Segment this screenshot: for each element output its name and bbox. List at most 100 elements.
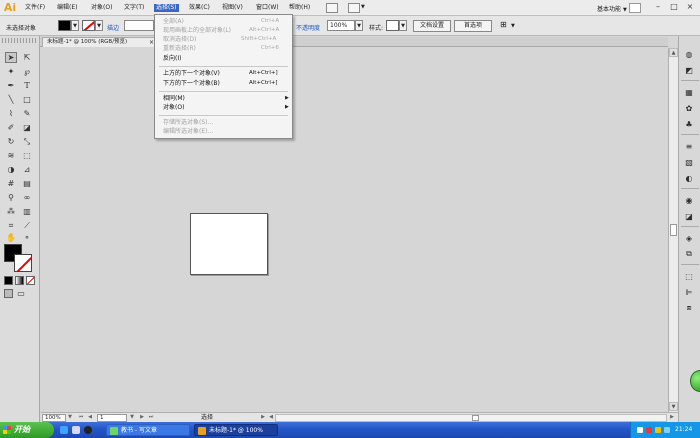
menu-item-next-object-above[interactable]: 上方的下一个对象(V) [163,70,220,77]
stroke-color-swatch[interactable] [82,20,95,31]
menu-item-edit-selection[interactable]: 编辑所选对象(E)... [163,128,213,135]
arrange-icon[interactable]: ⊞ [500,20,507,29]
draw-mode-button[interactable] [4,289,13,298]
menu-effect[interactable]: 效果(C) [189,4,210,12]
gradient-panel-icon[interactable]: ▧ [682,156,696,168]
magic-wand-icon[interactable]: ✦ [5,66,17,77]
transparency-icon[interactable]: ◐ [682,172,696,184]
pen-icon[interactable]: ✒ [5,80,17,91]
stroke-color-box[interactable] [14,254,32,272]
artboard-tool-icon[interactable]: ⌗ [5,220,17,231]
chevron-down-icon[interactable]: ▼ [128,414,136,422]
menu-item-select-all[interactable]: 全部(A) [163,18,184,25]
style-dropdown[interactable]: ▼ [399,20,407,31]
column-graph-icon[interactable]: ▥ [21,206,33,217]
menu-view[interactable]: 视图(V) [222,4,243,12]
menu-item-reselect[interactable]: 重新选择(R) [163,45,196,52]
chevron-down-icon[interactable]: ▼ [511,23,515,29]
color-guide-icon[interactable]: ◩ [682,64,696,76]
pathfinder-icon[interactable]: ⧈ [682,302,696,314]
graphic-style-swatch[interactable] [386,20,399,31]
fill-color-swatch[interactable] [58,20,71,31]
taskbar-item-browser[interactable]: 教书 - 写文章 [106,424,190,436]
color-mode-button[interactable] [4,276,13,285]
menu-object[interactable]: 对象(O) [91,4,112,12]
pencil-icon[interactable]: ✎ [21,108,33,119]
eyedropper-icon[interactable]: ⚲ [5,192,17,203]
first-artboard-icon[interactable]: ⏮ [77,414,85,422]
opacity-dropdown[interactable]: ▼ [355,20,363,31]
shape-builder-icon[interactable]: ◑ [5,164,17,175]
close-button[interactable]: × [683,1,697,13]
preferences-button[interactable]: 首选项 [454,20,492,32]
zoom-icon[interactable]: ⚬ [21,232,33,243]
panel-grip[interactable] [2,38,38,43]
next-artboard-icon[interactable]: ▶ [138,414,146,422]
workspace-switcher[interactable]: 基本功能 ▼ [597,4,627,13]
symbol-sprayer-icon[interactable]: ⁂ [5,206,17,217]
graphic-styles-icon[interactable]: ◪ [682,210,696,222]
maximize-button[interactable]: □ [667,1,681,13]
selection-tool-icon[interactable]: ➤ [5,52,17,63]
stroke-weight-input[interactable] [124,20,154,31]
eraser-icon[interactable]: ◪ [21,122,33,133]
perspective-grid-icon[interactable]: ⊿ [21,164,33,175]
horizontal-scrollbar[interactable] [275,414,667,422]
stroke-link[interactable]: 描边 [107,23,119,32]
scroll-down-arrow[interactable]: ▼ [669,402,678,411]
transform-icon[interactable]: ⬚ [682,270,696,282]
fill-dropdown[interactable]: ▼ [71,20,79,31]
status-menu-arrow[interactable]: ▶ [259,414,267,422]
artboard[interactable] [190,213,268,275]
chevron-down-icon[interactable]: ▼ [361,4,365,10]
paintbrush-icon[interactable]: ⌇ [5,108,17,119]
screen-mode-icon[interactable]: ▭ [15,288,27,299]
qq-icon[interactable] [84,426,92,434]
search-field[interactable] [629,3,641,13]
document-setup-button[interactable]: 文档设置 [413,20,451,32]
menu-item-object[interactable]: 对象(O) [163,104,184,111]
direct-selection-tool-icon[interactable]: ⇱ [21,52,33,63]
browser-icon[interactable] [60,426,68,434]
rotate-icon[interactable]: ↻ [5,136,17,147]
swatches-icon[interactable]: ▦ [682,86,696,98]
prev-artboard-icon[interactable]: ◀ [86,414,94,422]
show-desktop-icon[interactable] [72,426,80,434]
menu-item-select-all-on-artboard[interactable]: 现用画板上的全部对象(L) [163,27,231,34]
menu-help[interactable]: 帮助(H) [289,4,310,12]
tray-icon[interactable] [646,427,652,433]
brushes-icon[interactable]: ✿ [682,102,696,114]
menu-item-save-selection[interactable]: 存储所选对象(S)... [163,119,213,126]
warp-icon[interactable]: ≋ [5,150,17,161]
scroll-left-arrow[interactable]: ◀ [267,414,275,422]
align-icon[interactable]: ⊫ [682,286,696,298]
menu-window[interactable]: 窗口(W) [256,4,279,12]
color-panel-icon[interactable]: ◍ [682,48,696,60]
menu-type[interactable]: 文字(T) [124,4,144,12]
artboards-icon[interactable]: ⧉ [682,248,696,260]
menu-edit[interactable]: 编辑(E) [57,4,77,12]
blend-icon[interactable]: ∞ [21,192,33,203]
menu-item-deselect[interactable]: 取消选择(D) [163,36,196,43]
menu-file[interactable]: 文件(F) [25,4,45,12]
arrange-documents-icon[interactable] [348,3,360,13]
lasso-icon[interactable]: ℘ [21,66,33,77]
canvas-area[interactable] [41,48,668,412]
menu-item-same[interactable]: 相同(M) [163,95,185,102]
gradient-icon[interactable]: ▤ [21,178,33,189]
slice-icon[interactable]: ⟋ [21,220,33,231]
appearance-icon[interactable]: ◉ [682,194,696,206]
start-button[interactable]: 开始 [0,422,54,438]
tray-icon[interactable] [637,427,643,433]
scroll-thumb[interactable] [472,415,479,421]
layers-icon[interactable]: ◈ [682,232,696,244]
type-icon[interactable]: T [21,80,33,91]
zoom-input[interactable]: 100% [42,414,66,422]
line-icon[interactable]: ╲ [5,94,17,105]
menu-select[interactable]: 选择(S) [154,4,179,12]
mesh-icon[interactable]: # [5,178,17,189]
scroll-up-arrow[interactable]: ▲ [669,48,678,57]
chevron-down-icon[interactable]: ▼ [66,414,74,422]
vertical-scrollbar[interactable]: ▲ ▼ [668,48,678,412]
minimize-button[interactable]: – [651,1,665,13]
